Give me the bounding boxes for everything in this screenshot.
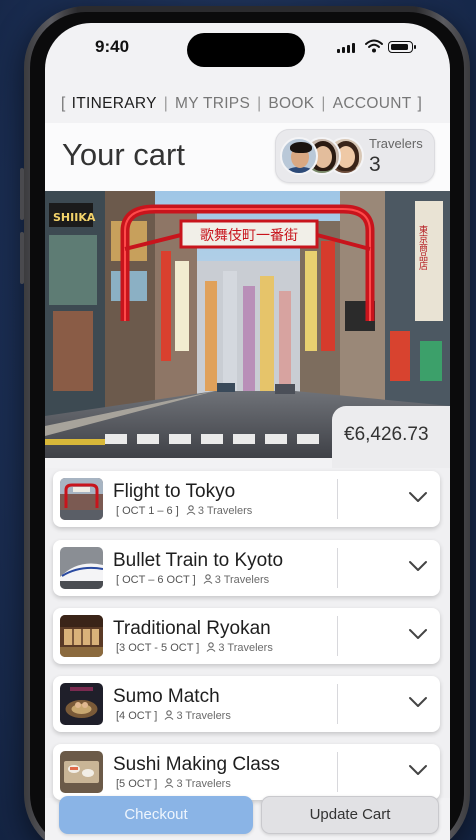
cart-item-dates: [4 OCT ] [116,710,158,722]
shop-sign: SHIIKA [53,211,96,224]
travelers-selector[interactable]: Travelers 3 [275,129,435,183]
divider [337,752,338,792]
clock: 9:40 [95,37,130,56]
status-bar: 9:40 [45,23,450,73]
cart-item-title: Flight to Tokyo [113,481,236,502]
person-icon [206,642,216,652]
nav-bracket-right: ] [417,95,423,112]
cart-item-meta: [4 OCT ] 3 Travelers [116,710,231,722]
thumbnail-sumo [60,683,103,725]
cart-item-travelers: 3 Travelers [214,574,270,586]
cart-item-title: Bullet Train to Kyoto [113,550,284,571]
dynamic-island [187,33,305,67]
tab-account[interactable]: ACCOUNT [333,95,412,113]
person-icon [203,574,213,584]
travelers-count: 3 [369,153,381,176]
thumbnail-tokyo-gate [60,478,103,520]
side-button [20,168,24,220]
nav-separator: | [257,95,262,112]
wifi-icon [365,39,383,53]
cart-item[interactable]: Bullet Train to Kyoto [ OCT – 6 OCT ] 3 … [53,540,440,596]
thumbnail-sushi [60,751,103,793]
cart-item-travelers: 3 Travelers [197,505,253,517]
signal-icon [337,43,355,53]
tab-itinerary[interactable]: ITINERARY [72,95,157,113]
tab-my-trips[interactable]: MY TRIPS [175,95,250,113]
side-button [20,232,24,284]
checkout-button[interactable]: Checkout [59,796,253,834]
divider [337,684,338,724]
cart-total: €6,426.73 [344,424,429,445]
divider [337,616,338,656]
cart-item-travelers: 3 Travelers [176,778,231,790]
chevron-down-icon[interactable] [408,627,428,641]
thumbnail-ryokan [60,615,103,657]
cart-item-dates: [ OCT 1 – 6 ] [116,505,179,517]
cart-item-meta: [3 OCT - 5 OCT ] 3 Travelers [116,642,273,654]
cart-item-title: Sumo Match [113,686,220,707]
cart-item-travelers: 3 Travelers [176,710,231,722]
cart-item-meta: [5 OCT ] 3 Travelers [116,778,231,790]
cart-item-meta: [ OCT 1 – 6 ] 3 Travelers [116,505,252,517]
nav-separator: | [163,95,169,112]
nav-separator: | [321,95,326,112]
cart-item[interactable]: Flight to Tokyo [ OCT 1 – 6 ] 3 Traveler… [53,471,440,527]
top-nav: [ ITINERARY | MY TRIPS | BOOK | ACCOUNT … [61,95,441,113]
cart-item[interactable]: Sushi Making Class [5 OCT ] 3 Travelers [53,744,440,800]
chevron-down-icon[interactable] [408,559,428,573]
update-cart-button[interactable]: Update Cart [261,796,439,834]
chevron-down-icon[interactable] [408,763,428,777]
cart-item-travelers: 3 Travelers [218,642,273,654]
chevron-down-icon[interactable] [408,490,428,504]
divider [337,548,338,588]
battery-icon [388,41,416,53]
cart-total-tab: €6,426.73 [332,406,450,468]
divider [337,479,338,519]
gate-sign: 歌舞伎町一番街 [200,228,298,244]
person-icon [165,778,174,788]
person-icon [165,710,174,720]
nav-bracket-left: [ [61,95,66,112]
cart-item[interactable]: Sumo Match [4 OCT ] 3 Travelers [53,676,440,732]
cart-item-dates: [5 OCT ] [116,778,158,790]
page-title: Your cart [62,137,185,172]
cart-header: Your cart Travelers 3 [45,123,450,191]
app-screen: 9:40 [ ITINERARY | MY TRIPS | BOOK | ACC… [45,23,450,840]
cart-item-dates: [ OCT – 6 OCT ] [116,574,196,586]
avatar [280,137,318,175]
shop-sign: 東京商品店 [417,224,428,271]
cart-item[interactable]: Traditional Ryokan [3 OCT - 5 OCT ] 3 Tr… [53,608,440,664]
person-icon [186,505,196,515]
cart-item-meta: [ OCT – 6 OCT ] 3 Travelers [116,574,269,586]
thumbnail-bullet-train [60,547,103,589]
travelers-label: Travelers [369,136,423,151]
cart-items-list: Flight to Tokyo [ OCT 1 – 6 ] 3 Traveler… [45,468,450,800]
cart-item-title: Sushi Making Class [113,754,280,775]
chevron-down-icon[interactable] [408,695,428,709]
cart-item-dates: [3 OCT - 5 OCT ] [116,642,200,654]
cart-item-title: Traditional Ryokan [113,618,271,639]
tab-book[interactable]: BOOK [268,95,314,113]
